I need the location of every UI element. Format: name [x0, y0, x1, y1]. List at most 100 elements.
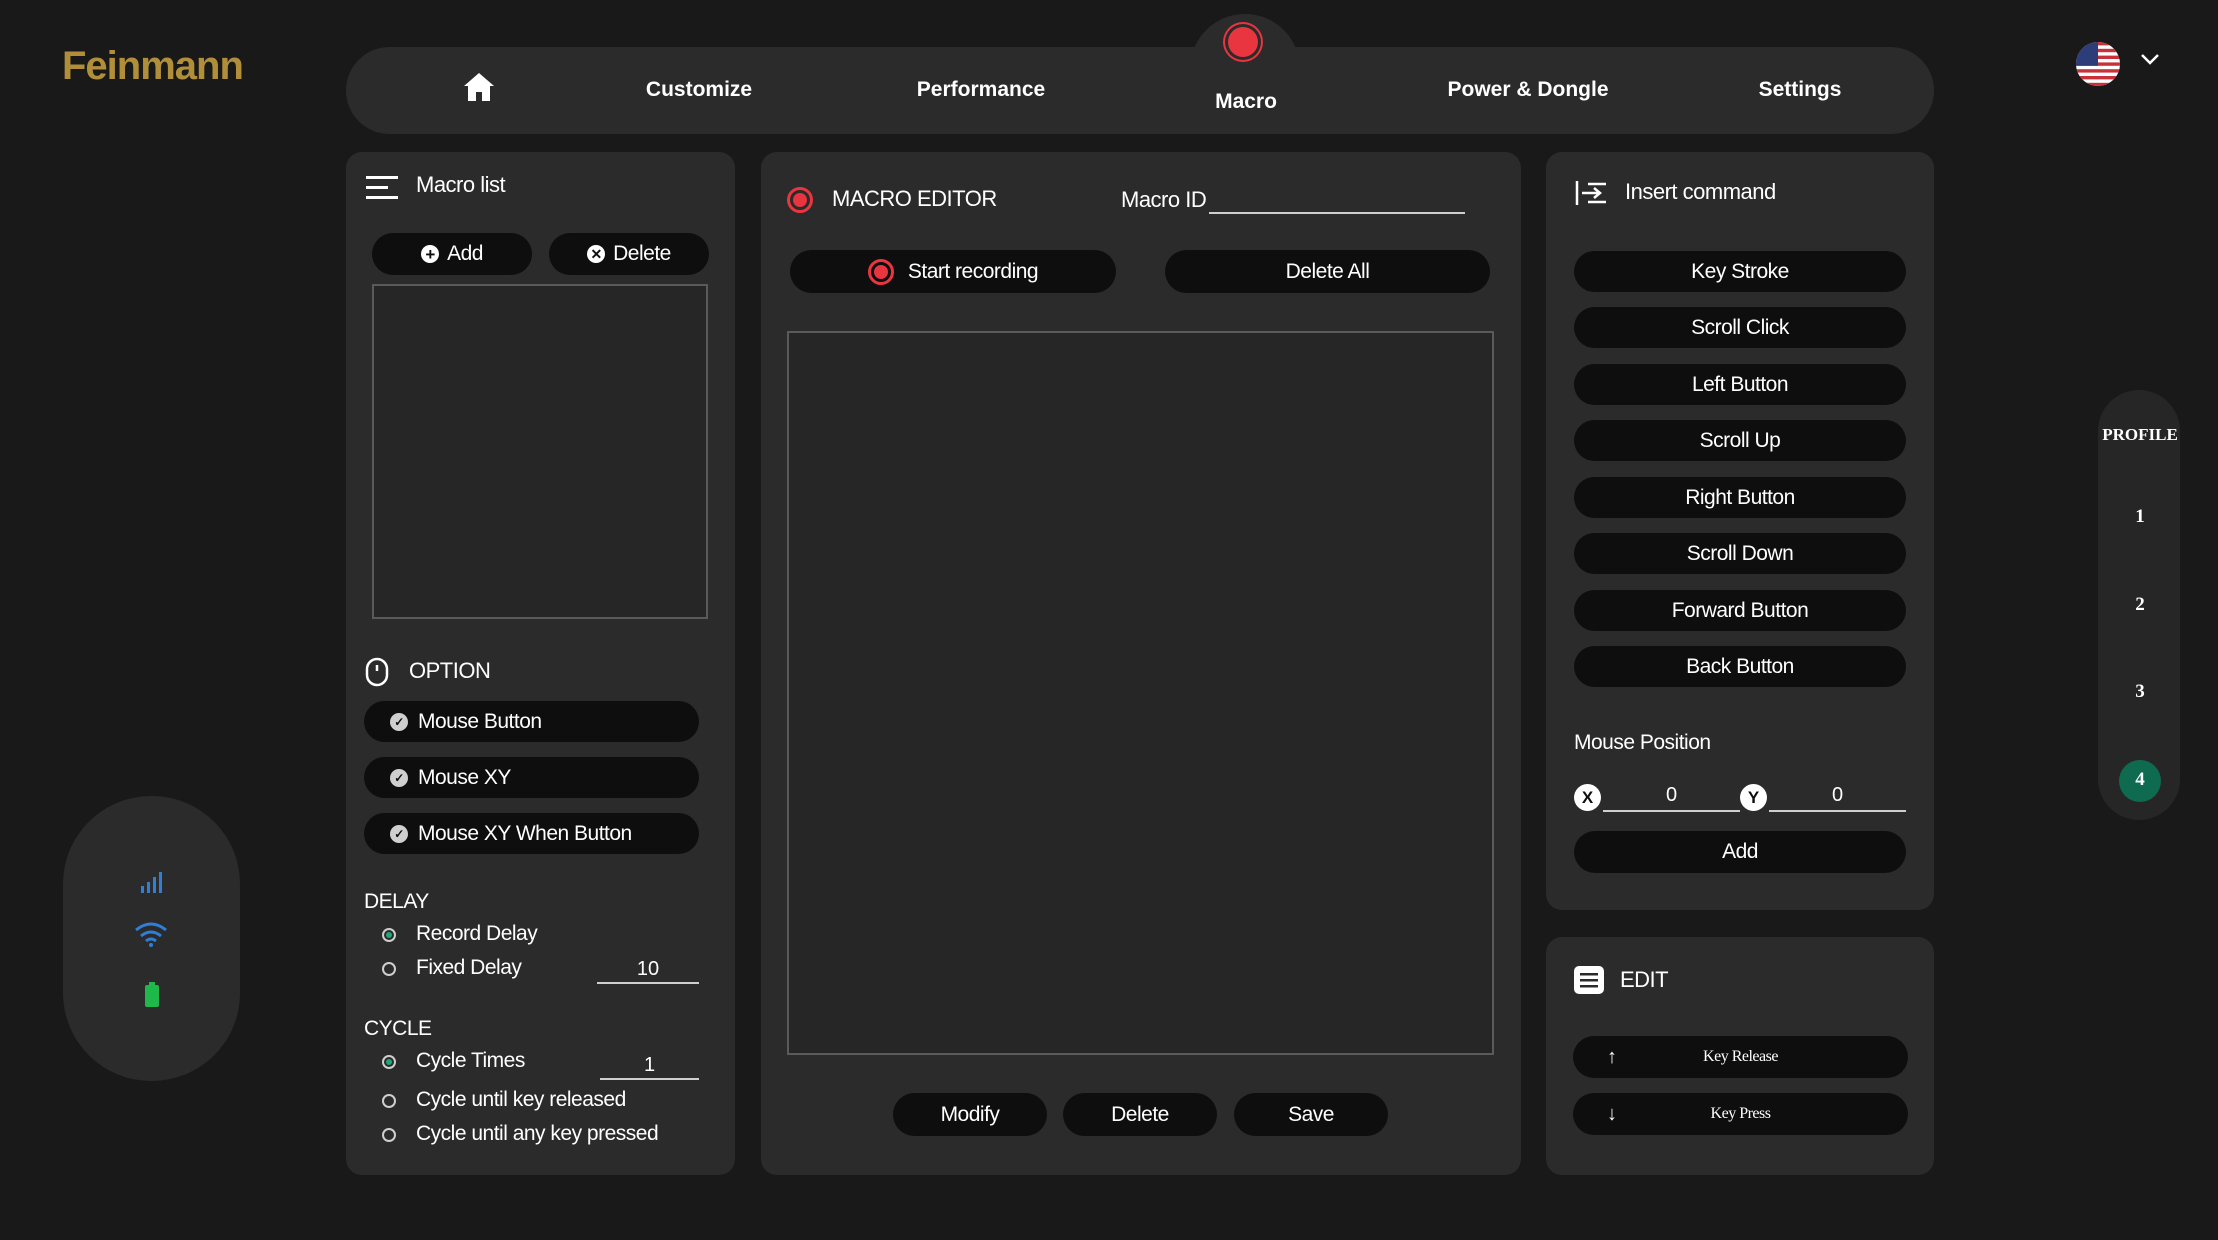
cycle-times-label: Cycle Times: [416, 1049, 525, 1072]
profile-3[interactable]: 3: [2135, 681, 2145, 703]
option-mouse-xy-when-button[interactable]: ✓ Mouse XY When Button: [364, 813, 699, 854]
save-button[interactable]: Save: [1234, 1093, 1388, 1136]
modify-button[interactable]: Modify: [893, 1093, 1047, 1136]
modify-label: Modify: [940, 1102, 1000, 1126]
record-delay-radio[interactable]: [382, 928, 396, 942]
macro-id-input[interactable]: [1209, 186, 1465, 214]
delete-all-label: Delete All: [1285, 259, 1370, 283]
arrow-down-icon: ↓: [1607, 1102, 1617, 1125]
cmd-back-button-button[interactable]: Back Button: [1574, 646, 1906, 687]
cycle-until-any-radio[interactable]: [382, 1128, 396, 1142]
delay-title: DELAY: [364, 890, 429, 913]
profile-2[interactable]: 2: [2135, 594, 2145, 616]
record-delay-label: Record Delay: [416, 922, 538, 945]
cmd-label: Forward Button: [1671, 598, 1809, 622]
wifi-icon: [135, 922, 167, 947]
cycle-times-input[interactable]: 1: [600, 1054, 699, 1080]
cmd-right-button-button[interactable]: Right Button: [1574, 477, 1906, 518]
macro-editor-title: MACRO EDITOR: [832, 186, 997, 211]
option-label: Mouse Button: [418, 709, 542, 733]
cmd-scroll-down-button[interactable]: Scroll Down: [1574, 533, 1906, 574]
arrow-up-icon: ↑: [1607, 1045, 1617, 1068]
home-icon[interactable]: [462, 70, 496, 104]
key-press-label: Key Press: [1710, 1105, 1771, 1122]
add-position-label: Add: [1722, 840, 1758, 863]
cycle-until-any-label: Cycle until any key pressed: [416, 1122, 659, 1145]
record-indicator-icon: [1228, 27, 1258, 57]
brand-logo: Feinmann: [62, 44, 244, 88]
cycle-until-released-radio[interactable]: [382, 1094, 396, 1108]
record-ring-icon: [867, 258, 894, 285]
edit-title: EDIT: [1620, 967, 1669, 992]
mouse-position-title: Mouse Position: [1574, 731, 1711, 754]
profile-4[interactable]: 4: [2135, 769, 2145, 791]
cmd-label: Scroll Click: [1691, 315, 1789, 339]
y-axis-badge: Y: [1740, 784, 1767, 811]
option-mouse-xy[interactable]: ✓ Mouse XY: [364, 757, 699, 798]
delete-label: Delete: [1111, 1102, 1169, 1126]
insert-command-title: Insert command: [1625, 179, 1776, 204]
menu-lines-icon: [366, 176, 398, 199]
mouse-y-input[interactable]: 0: [1769, 784, 1906, 812]
key-press-button[interactable]: ↓ Key Press: [1573, 1093, 1908, 1135]
nav-tab-performance[interactable]: Performance: [917, 78, 1045, 102]
profile-title: PROFILE: [2102, 425, 2178, 444]
add-macro-label: Add: [447, 242, 483, 265]
signal-bars-icon: [141, 872, 162, 893]
fixed-delay-input[interactable]: 10: [597, 958, 699, 984]
add-mouse-position-button[interactable]: Add: [1574, 831, 1906, 873]
cycle-until-released-label: Cycle until key released: [416, 1088, 626, 1111]
cmd-forward-button-button[interactable]: Forward Button: [1574, 590, 1906, 631]
battery-icon: [145, 982, 159, 1007]
cmd-label: Key Stroke: [1691, 259, 1789, 283]
start-recording-button[interactable]: Start recording: [790, 250, 1116, 293]
macro-id-label: Macro ID: [1121, 187, 1207, 212]
cycle-times-radio[interactable]: [382, 1055, 396, 1069]
option-label: Mouse XY When Button: [418, 821, 632, 845]
key-release-label: Key Release: [1703, 1048, 1778, 1065]
option-mouse-button[interactable]: ✓ Mouse Button: [364, 701, 699, 742]
start-recording-label: Start recording: [907, 259, 1039, 283]
record-ring-icon: [787, 187, 813, 213]
save-label: Save: [1288, 1102, 1334, 1126]
option-label: Mouse XY: [418, 765, 511, 789]
delete-all-button[interactable]: Delete All: [1165, 250, 1490, 293]
macro-list-title: Macro list: [416, 172, 506, 197]
cmd-label: Left Button: [1691, 372, 1789, 396]
cycle-title: CYCLE: [364, 1017, 432, 1040]
key-release-button[interactable]: ↑ Key Release: [1573, 1036, 1908, 1078]
nav-tab-power-dongle[interactable]: Power & Dongle: [1447, 78, 1608, 102]
macro-list-box[interactable]: [372, 284, 708, 619]
cmd-label: Scroll Up: [1699, 428, 1781, 452]
macro-event-list[interactable]: [787, 331, 1494, 1055]
nav-tab-settings[interactable]: Settings: [1759, 78, 1842, 102]
insert-command-icon: [1575, 181, 1606, 205]
fixed-delay-radio[interactable]: [382, 962, 396, 976]
profile-1[interactable]: 1: [2135, 506, 2145, 528]
check-icon: ✓: [390, 768, 408, 787]
cmd-left-button-button[interactable]: Left Button: [1574, 364, 1906, 405]
cmd-label: Right Button: [1685, 485, 1795, 509]
delete-button[interactable]: Delete: [1063, 1093, 1217, 1136]
nav-tab-macro[interactable]: Macro: [1215, 90, 1277, 114]
check-icon: ✓: [390, 824, 408, 843]
cmd-label: Scroll Down: [1686, 541, 1794, 565]
top-nav-bar: [346, 47, 1934, 134]
check-icon: ✓: [390, 712, 408, 731]
cmd-scroll-click-button[interactable]: Scroll Click: [1574, 307, 1906, 348]
chevron-down-icon[interactable]: [2140, 52, 2160, 66]
cmd-key-stroke-button[interactable]: Key Stroke: [1574, 251, 1906, 292]
delete-macro-button[interactable]: ✕ Delete: [549, 233, 709, 275]
cmd-label: Back Button: [1686, 654, 1794, 678]
nav-tab-customize[interactable]: Customize: [646, 78, 752, 102]
close-circle-icon: ✕: [587, 245, 606, 263]
add-macro-button[interactable]: + Add: [372, 233, 532, 275]
option-title: OPTION: [409, 658, 491, 683]
us-flag-icon[interactable]: [2076, 42, 2120, 86]
delete-macro-label: Delete: [613, 242, 671, 265]
cmd-scroll-up-button[interactable]: Scroll Up: [1574, 420, 1906, 461]
mouse-x-input[interactable]: 0: [1603, 784, 1740, 812]
x-axis-badge: X: [1574, 784, 1601, 811]
plus-circle-icon: +: [421, 245, 440, 263]
mouse-icon: [365, 657, 389, 687]
